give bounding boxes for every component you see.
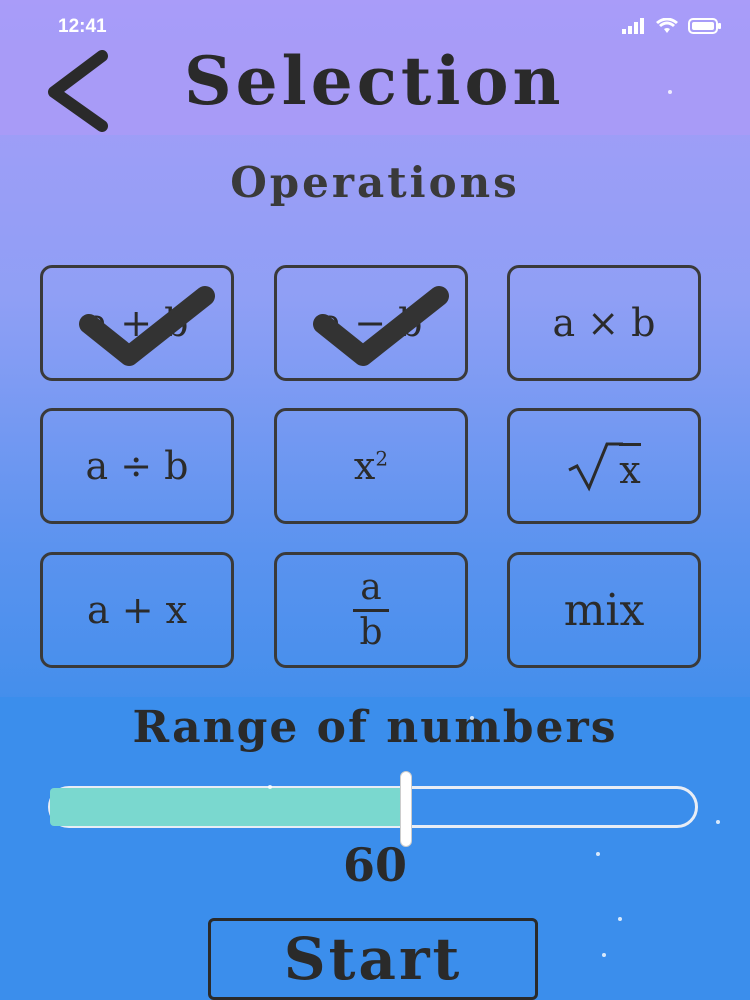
operations-heading: Operations [230,158,520,207]
sparkle [602,953,606,957]
square-exponent: 2 [375,446,389,471]
op-label: x2 [354,444,388,488]
sparkle [470,716,474,720]
op-mix-button[interactable]: mix [507,552,701,668]
square-root-radicand: x [619,443,641,492]
op-label: a ÷ b [85,444,189,488]
checkmark-icon [79,286,215,366]
slider-fill [50,788,405,826]
operations-grid: a + b a − b a × b a ÷ b x2 x a + x a b m… [40,265,706,675]
status-icons [622,18,722,34]
op-label: mix [563,584,645,636]
sparkle [618,917,622,921]
op-label: x [567,440,641,492]
sparkle [268,785,272,789]
op-square-root-button[interactable]: x [507,408,701,524]
header-bar: Selection [0,40,750,135]
battery-icon [688,18,721,34]
range-value: 60 [342,838,407,892]
square-base: x [353,444,376,488]
status-time: 12:41 [58,16,107,37]
op-fraction-button[interactable]: a b [274,552,468,668]
radical-icon [568,442,624,492]
fraction-denominator: b [359,611,383,653]
range-heading: Range of numbers [132,702,618,753]
op-addition-button[interactable]: a + b [40,265,234,381]
op-subtraction-button[interactable]: a − b [274,265,468,381]
status-bar: 12:41 [0,0,750,40]
back-chevron-icon[interactable] [40,50,120,132]
op-square-button[interactable]: x2 [274,408,468,524]
start-button[interactable]: Start [208,918,538,1000]
wifi-icon [656,18,678,33]
sparkle [668,90,672,94]
start-button-label: Start [283,925,463,993]
op-unknown-addition-button[interactable]: a + x [40,552,234,668]
checkmark-icon [313,286,449,366]
fraction-numerator: a [360,566,382,608]
op-label: a b [353,566,389,653]
op-label: a × b [552,301,656,345]
slider-thumb[interactable] [400,771,412,847]
range-slider[interactable] [48,771,698,847]
sparkle [716,820,720,824]
op-multiplication-button[interactable]: a × b [507,265,701,381]
op-label: a + x [86,588,188,632]
op-division-button[interactable]: a ÷ b [40,408,234,524]
sparkle [596,852,600,856]
signal-icon [622,18,644,34]
page-title: Selection [184,42,565,120]
